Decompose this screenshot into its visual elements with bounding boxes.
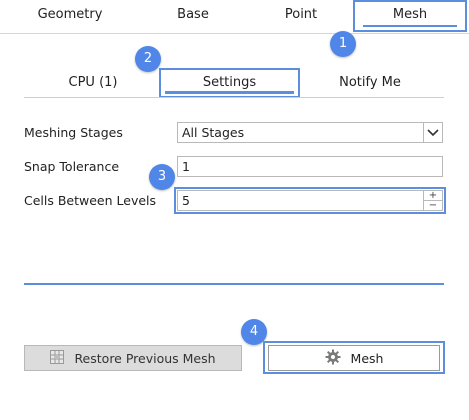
tab-geometry[interactable]: Geometry	[10, 0, 130, 30]
meshing-stages-value: All Stages	[182, 125, 245, 140]
snap-tolerance-input[interactable]: 1	[177, 156, 443, 177]
chevron-down-icon[interactable]	[423, 123, 442, 142]
subtab-settings-label: Settings	[202, 75, 257, 90]
cells-between-levels-value: 5	[182, 193, 190, 208]
subtab-settings-underline	[165, 91, 294, 94]
mesh-button[interactable]: Mesh	[268, 345, 440, 371]
snap-tolerance-label: Snap Tolerance	[24, 159, 120, 174]
tab-mesh-label: Mesh	[392, 7, 428, 22]
subtab-settings[interactable]: Settings	[159, 68, 300, 98]
restore-previous-mesh-label: Restore Previous Mesh	[74, 350, 216, 366]
meshing-stages-select[interactable]: All Stages	[177, 122, 443, 143]
callout-1: 1	[330, 31, 356, 57]
top-tab-divider	[0, 33, 469, 34]
subtab-notify-me[interactable]: Notify Me	[310, 68, 430, 98]
tab-mesh-underline	[363, 25, 457, 27]
mesh-button-label: Mesh	[350, 350, 384, 366]
subtab-divider	[24, 97, 444, 98]
top-tab-bar: Geometry Base Point Mesh	[0, 0, 469, 32]
tab-mesh[interactable]: Mesh	[353, 0, 467, 32]
grid-icon	[50, 349, 65, 367]
section-separator	[24, 283, 444, 285]
callout-3: 3	[149, 164, 175, 190]
stepper-decrement-button[interactable]: −	[424, 201, 442, 211]
cells-between-levels-stepper[interactable]: 5 + −	[177, 190, 443, 211]
snap-tolerance-value: 1	[182, 159, 190, 174]
restore-previous-mesh-button[interactable]: Restore Previous Mesh	[24, 345, 242, 371]
cells-between-levels-label: Cells Between Levels	[24, 193, 157, 208]
meshing-stages-label: Meshing Stages	[24, 125, 123, 140]
tab-point[interactable]: Point	[241, 0, 361, 30]
tab-base[interactable]: Base	[133, 0, 253, 30]
gear-icon	[325, 349, 341, 368]
subtab-cpu[interactable]: CPU (1)	[34, 68, 152, 98]
stepper-buttons: + −	[423, 191, 442, 211]
